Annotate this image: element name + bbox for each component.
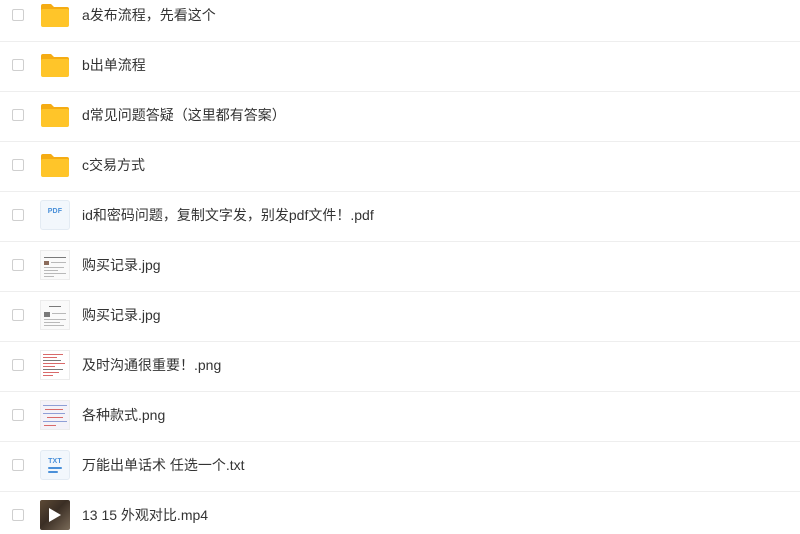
file-row[interactable]: a发布流程，先看这个 [0,0,800,42]
row-checkbox[interactable] [12,459,24,471]
row-checkbox[interactable] [12,9,24,21]
file-row[interactable]: 购买记录.jpg [0,242,800,292]
folder-icon [40,100,70,130]
file-row[interactable]: 购买记录.jpg [0,292,800,342]
folder-icon [40,0,70,30]
pdf-file-icon: PDF [40,200,70,230]
folder-icon [40,150,70,180]
row-checkbox[interactable] [12,409,24,421]
row-checkbox[interactable] [12,509,24,521]
file-row[interactable]: b出单流程 [0,42,800,92]
file-name[interactable]: d常见问题答疑（这里都有答案） [82,106,286,124]
file-list: a发布流程，先看这个 b出单流程 d常见问题答疑（这里都有答案） c交易方式 P… [0,0,800,534]
file-row[interactable]: d常见问题答疑（这里都有答案） [0,92,800,142]
play-icon [49,508,61,522]
image-thumbnail [40,300,70,330]
file-row[interactable]: PDF id和密码问题，复制文字发，别发pdf文件！.pdf [0,192,800,242]
file-row[interactable]: 及时沟通很重要！.png [0,342,800,392]
file-name[interactable]: a发布流程，先看这个 [82,6,216,24]
file-row[interactable]: 13 15 外观对比.mp4 [0,492,800,534]
row-checkbox[interactable] [12,109,24,121]
file-name[interactable]: c交易方式 [82,156,145,174]
txt-badge: TXT [48,458,62,465]
file-name[interactable]: 购买记录.jpg [82,306,161,324]
file-row[interactable]: TXT 万能出单话术 任选一个.txt [0,442,800,492]
file-row[interactable]: c交易方式 [0,142,800,192]
txt-file-icon: TXT [40,450,70,480]
folder-icon [40,50,70,80]
file-name[interactable]: 及时沟通很重要！.png [82,356,221,374]
pdf-badge: PDF [47,208,63,215]
file-row[interactable]: 各种款式.png [0,392,800,442]
image-thumbnail [40,350,70,380]
image-thumbnail [40,250,70,280]
video-thumbnail [40,500,70,530]
file-name[interactable]: id和密码问题，复制文字发，别发pdf文件！.pdf [82,206,374,224]
file-name[interactable]: 购买记录.jpg [82,256,161,274]
file-name[interactable]: 各种款式.png [82,406,165,424]
row-checkbox[interactable] [12,59,24,71]
row-checkbox[interactable] [12,259,24,271]
file-name[interactable]: b出单流程 [82,56,146,74]
row-checkbox[interactable] [12,159,24,171]
row-checkbox[interactable] [12,309,24,321]
file-name[interactable]: 万能出单话术 任选一个.txt [82,456,245,474]
file-name[interactable]: 13 15 外观对比.mp4 [82,506,208,524]
row-checkbox[interactable] [12,209,24,221]
row-checkbox[interactable] [12,359,24,371]
image-thumbnail [40,400,70,430]
